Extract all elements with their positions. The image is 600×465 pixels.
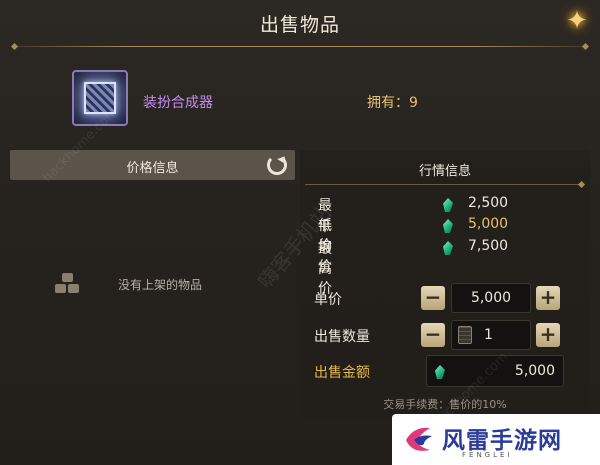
item-name: 装扮合成器	[143, 95, 213, 111]
price-minus-button[interactable]: −	[421, 286, 445, 310]
market-divider	[305, 184, 582, 185]
total-amount-label: 出售金额	[314, 365, 370, 381]
brand-sub: FENGLEI	[462, 451, 513, 459]
brand-logo-icon	[406, 427, 432, 451]
sell-item-dialog: 出售物品 ✦ 装扮合成器 拥有：9 价格信息 没有上架的物品 行情信息 最低价 …	[0, 0, 600, 465]
total-amount-value: 5,000	[514, 363, 555, 379]
owned-count: 拥有：9	[367, 95, 418, 111]
price-plus-button[interactable]: +	[536, 286, 560, 310]
brand-name: 风雷手游网	[442, 428, 562, 454]
stat-value: 7,500	[468, 238, 509, 254]
green-gem-icon	[435, 365, 445, 379]
quantity-label: 出售数量	[314, 329, 370, 345]
calculator-icon[interactable]	[458, 326, 472, 344]
title-divider	[14, 46, 586, 47]
unit-price-input[interactable]: 5,000	[451, 283, 531, 313]
unit-price-label: 单价	[314, 292, 342, 308]
stat-value: 2,500	[468, 195, 509, 211]
stacked-boxes-icon	[55, 273, 81, 295]
quantity-minus-button[interactable]: −	[421, 323, 445, 347]
market-info-title: 行情信息	[418, 164, 471, 179]
brand-badge: 风雷手游网 FENGLEI	[392, 414, 600, 465]
dialog-title: 出售物品	[259, 14, 340, 36]
quantity-plus-button[interactable]: +	[536, 323, 560, 347]
empty-listing-text: 没有上架的物品	[118, 278, 203, 292]
refresh-icon[interactable]	[267, 155, 287, 175]
quantity-input[interactable]: 1	[451, 320, 531, 350]
stat-value: 5,000	[468, 216, 509, 232]
quantity-value: 1	[484, 327, 493, 343]
title-bar: 出售物品	[0, 0, 600, 44]
close-icon[interactable]: ✦	[560, 4, 594, 38]
